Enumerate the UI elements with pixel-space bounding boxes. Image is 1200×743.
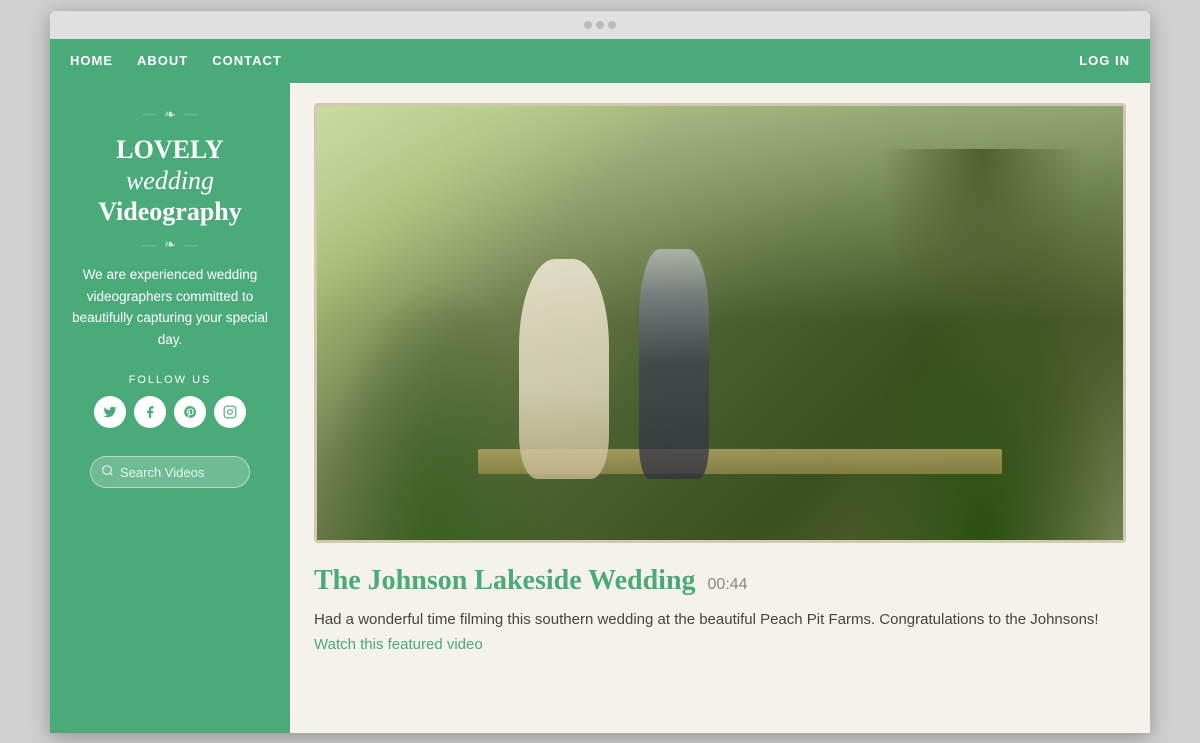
sidebar-title: LOVELY wedding Videography: [98, 134, 242, 228]
sidebar-title-line2: wedding: [126, 166, 214, 195]
post-duration: 00:44: [708, 576, 748, 594]
search-icon: [101, 464, 114, 481]
social-icons: [94, 396, 246, 428]
main-layout: ❧ LOVELY wedding Videography ❧ We are ex…: [50, 83, 1150, 733]
nav-left: HOME ABOUT CONTACT: [70, 53, 282, 68]
nav-contact[interactable]: CONTACT: [212, 53, 282, 68]
social-twitter-icon[interactable]: [94, 396, 126, 428]
sidebar-ornament-top: ❧: [142, 107, 198, 124]
browser-dot-2: [596, 21, 604, 29]
social-facebook-icon[interactable]: [134, 396, 166, 428]
content-area: The Johnson Lakeside Wedding 00:44 Had a…: [290, 83, 1150, 733]
sidebar: ❧ LOVELY wedding Videography ❧ We are ex…: [50, 83, 290, 733]
post-title-row: The Johnson Lakeside Wedding 00:44: [314, 565, 1126, 597]
search-box[interactable]: Search Videos: [90, 456, 250, 488]
nav-right: LOG IN: [1079, 52, 1130, 70]
post-watch-link[interactable]: Watch this featured video: [314, 636, 483, 653]
browser-dot-3: [608, 21, 616, 29]
browser-dot-1: [584, 21, 592, 29]
post-title: The Johnson Lakeside Wedding: [314, 565, 696, 597]
nav-bar: HOME ABOUT CONTACT LOG IN: [50, 39, 1150, 83]
nav-login[interactable]: LOG IN: [1079, 53, 1130, 68]
post-description-text: Had a wonderful time filming this southe…: [314, 611, 1099, 628]
site-wrapper: HOME ABOUT CONTACT LOG IN ❧ LOVELY weddi…: [50, 39, 1150, 733]
social-instagram-icon[interactable]: [214, 396, 246, 428]
nav-about[interactable]: ABOUT: [137, 53, 188, 68]
sidebar-title-line1: LOVELY: [98, 134, 242, 165]
wedding-photo: [317, 106, 1123, 540]
social-pinterest-icon[interactable]: [174, 396, 206, 428]
sidebar-title-line3: Videography: [98, 196, 242, 227]
sidebar-ornament-bottom: ❧: [142, 237, 198, 254]
follow-label: FOLLOW US: [129, 374, 212, 386]
nav-home[interactable]: HOME: [70, 53, 113, 68]
featured-image: [314, 103, 1126, 543]
post-description: Had a wonderful time filming this southe…: [314, 607, 1126, 658]
browser-tab-bar: [50, 11, 1150, 39]
sidebar-description: We are experienced wedding videographers…: [70, 264, 270, 350]
browser-window: HOME ABOUT CONTACT LOG IN ❧ LOVELY weddi…: [50, 11, 1150, 733]
search-placeholder: Search Videos: [120, 465, 204, 480]
